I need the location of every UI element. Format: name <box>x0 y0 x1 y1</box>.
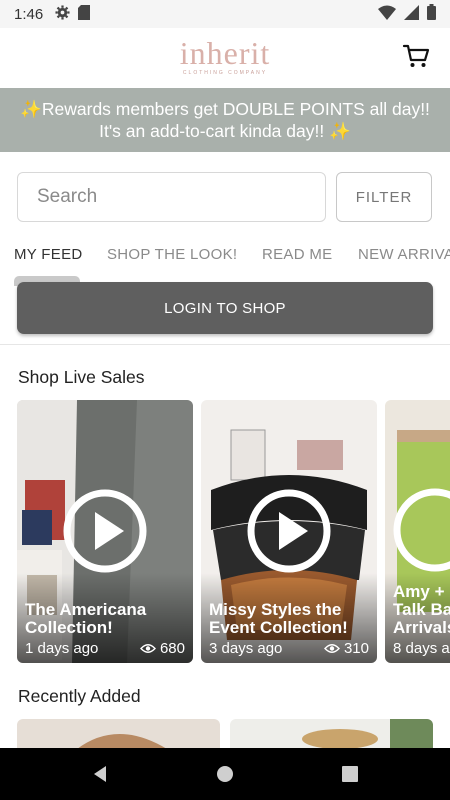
battery-icon <box>427 4 436 24</box>
home-icon[interactable] <box>213 762 237 786</box>
brand-logo[interactable]: inherit CLOTHING COMPANY <box>0 35 450 76</box>
banner-line-2: It's an add-to-cart kinda day!! ✨ <box>99 121 351 141</box>
recently-added-title: Recently Added <box>18 686 141 706</box>
recent-item-thumbnail[interactable] <box>230 719 433 749</box>
back-icon[interactable] <box>88 762 112 786</box>
promo-banner[interactable]: ✨Rewards members get DOUBLE POINTS all d… <box>0 88 450 152</box>
recent-item-thumbnail[interactable] <box>17 719 220 749</box>
cart-icon <box>402 44 430 67</box>
wifi-icon <box>378 5 396 24</box>
play-icon[interactable] <box>246 488 332 574</box>
live-sales-carousel[interactable]: The Americana Collection! 1 days ago 680… <box>0 400 450 664</box>
tab-my-feed[interactable]: MY FEED <box>14 246 83 263</box>
banner-line-1: ✨Rewards members get DOUBLE POINTS all d… <box>20 99 430 119</box>
tab-read-me[interactable]: READ ME <box>262 246 332 263</box>
live-sales-title: Shop Live Sales <box>18 367 145 387</box>
live-sale-card[interactable]: Amy + Talk Ba Arrivals 8 days ag <box>385 400 450 663</box>
card-title: Amy + Talk Ba Arrivals <box>393 582 450 637</box>
filter-button[interactable]: FILTER <box>336 172 432 222</box>
sd-card-icon <box>78 4 91 24</box>
system-nav-bar <box>0 748 450 800</box>
sparkle-icon: ✨ <box>20 99 42 119</box>
card-views: 680 <box>140 640 185 657</box>
feed-tabs: MY FEED SHOP THE LOOK! READ ME NEW ARRIV… <box>0 238 450 272</box>
section-divider <box>0 344 450 345</box>
eye-icon <box>324 644 340 653</box>
gear-icon <box>55 4 70 24</box>
status-bar: 1:46 <box>0 0 450 28</box>
card-views: 310 <box>324 640 369 657</box>
live-sale-card[interactable]: The Americana Collection! 1 days ago 680 <box>17 400 193 663</box>
cart-button[interactable] <box>402 42 430 70</box>
card-title: Missy Styles the Event Collection! <box>209 600 348 637</box>
tab-new-arrivals[interactable]: NEW ARRIVALS <box>358 246 450 263</box>
card-age: 3 days ago <box>209 640 283 657</box>
card-meta: 3 days ago 310 <box>209 640 369 657</box>
view-count: 680 <box>159 640 185 657</box>
app-header: inherit CLOTHING COMPANY <box>0 28 450 88</box>
play-icon[interactable] <box>62 488 148 574</box>
card-title: The Americana Collection! <box>25 600 147 637</box>
view-count: 310 <box>343 640 369 657</box>
logo-subtext: CLOTHING COMPANY <box>182 70 268 76</box>
card-meta: 1 days ago 680 <box>25 640 185 657</box>
live-sale-card[interactable]: Missy Styles the Event Collection! 3 day… <box>201 400 377 663</box>
search-input[interactable] <box>17 172 326 222</box>
eye-icon <box>140 644 156 653</box>
recents-icon[interactable] <box>338 762 362 786</box>
status-time: 1:46 <box>14 5 44 23</box>
login-to-shop-button[interactable]: LOGIN TO SHOP <box>17 282 433 334</box>
signal-icon <box>404 4 419 24</box>
card-age: 8 days ag <box>393 640 450 657</box>
card-age: 1 days ago <box>25 640 99 657</box>
logo-text: inherit <box>179 35 271 71</box>
sparkle-icon: ✨ <box>329 121 351 141</box>
tab-shop-the-look[interactable]: SHOP THE LOOK! <box>107 246 237 263</box>
card-meta: 8 days ag <box>393 640 450 657</box>
